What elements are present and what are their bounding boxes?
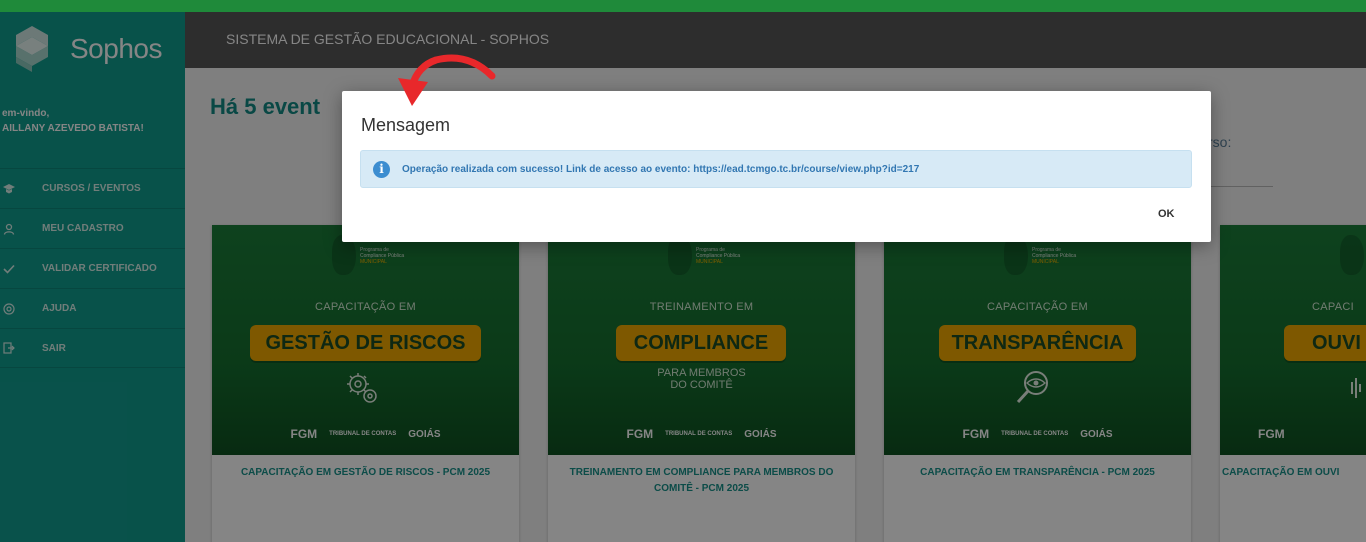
message-dialog: Mensagem i Operação realizada com sucess…: [342, 91, 1211, 242]
annotation-arrow-icon: [398, 54, 496, 106]
success-alert: i Operação realizada com sucesso! Link d…: [360, 150, 1192, 188]
app-window: Sophos em-vindo, AILLANY AZEVEDO BATISTA…: [0, 12, 1366, 542]
alert-message: Operação realizada com sucesso! Link de …: [402, 163, 920, 175]
dialog-title: Mensagem: [361, 115, 451, 135]
ok-button[interactable]: OK: [1158, 208, 1175, 220]
info-icon: i: [373, 160, 390, 178]
